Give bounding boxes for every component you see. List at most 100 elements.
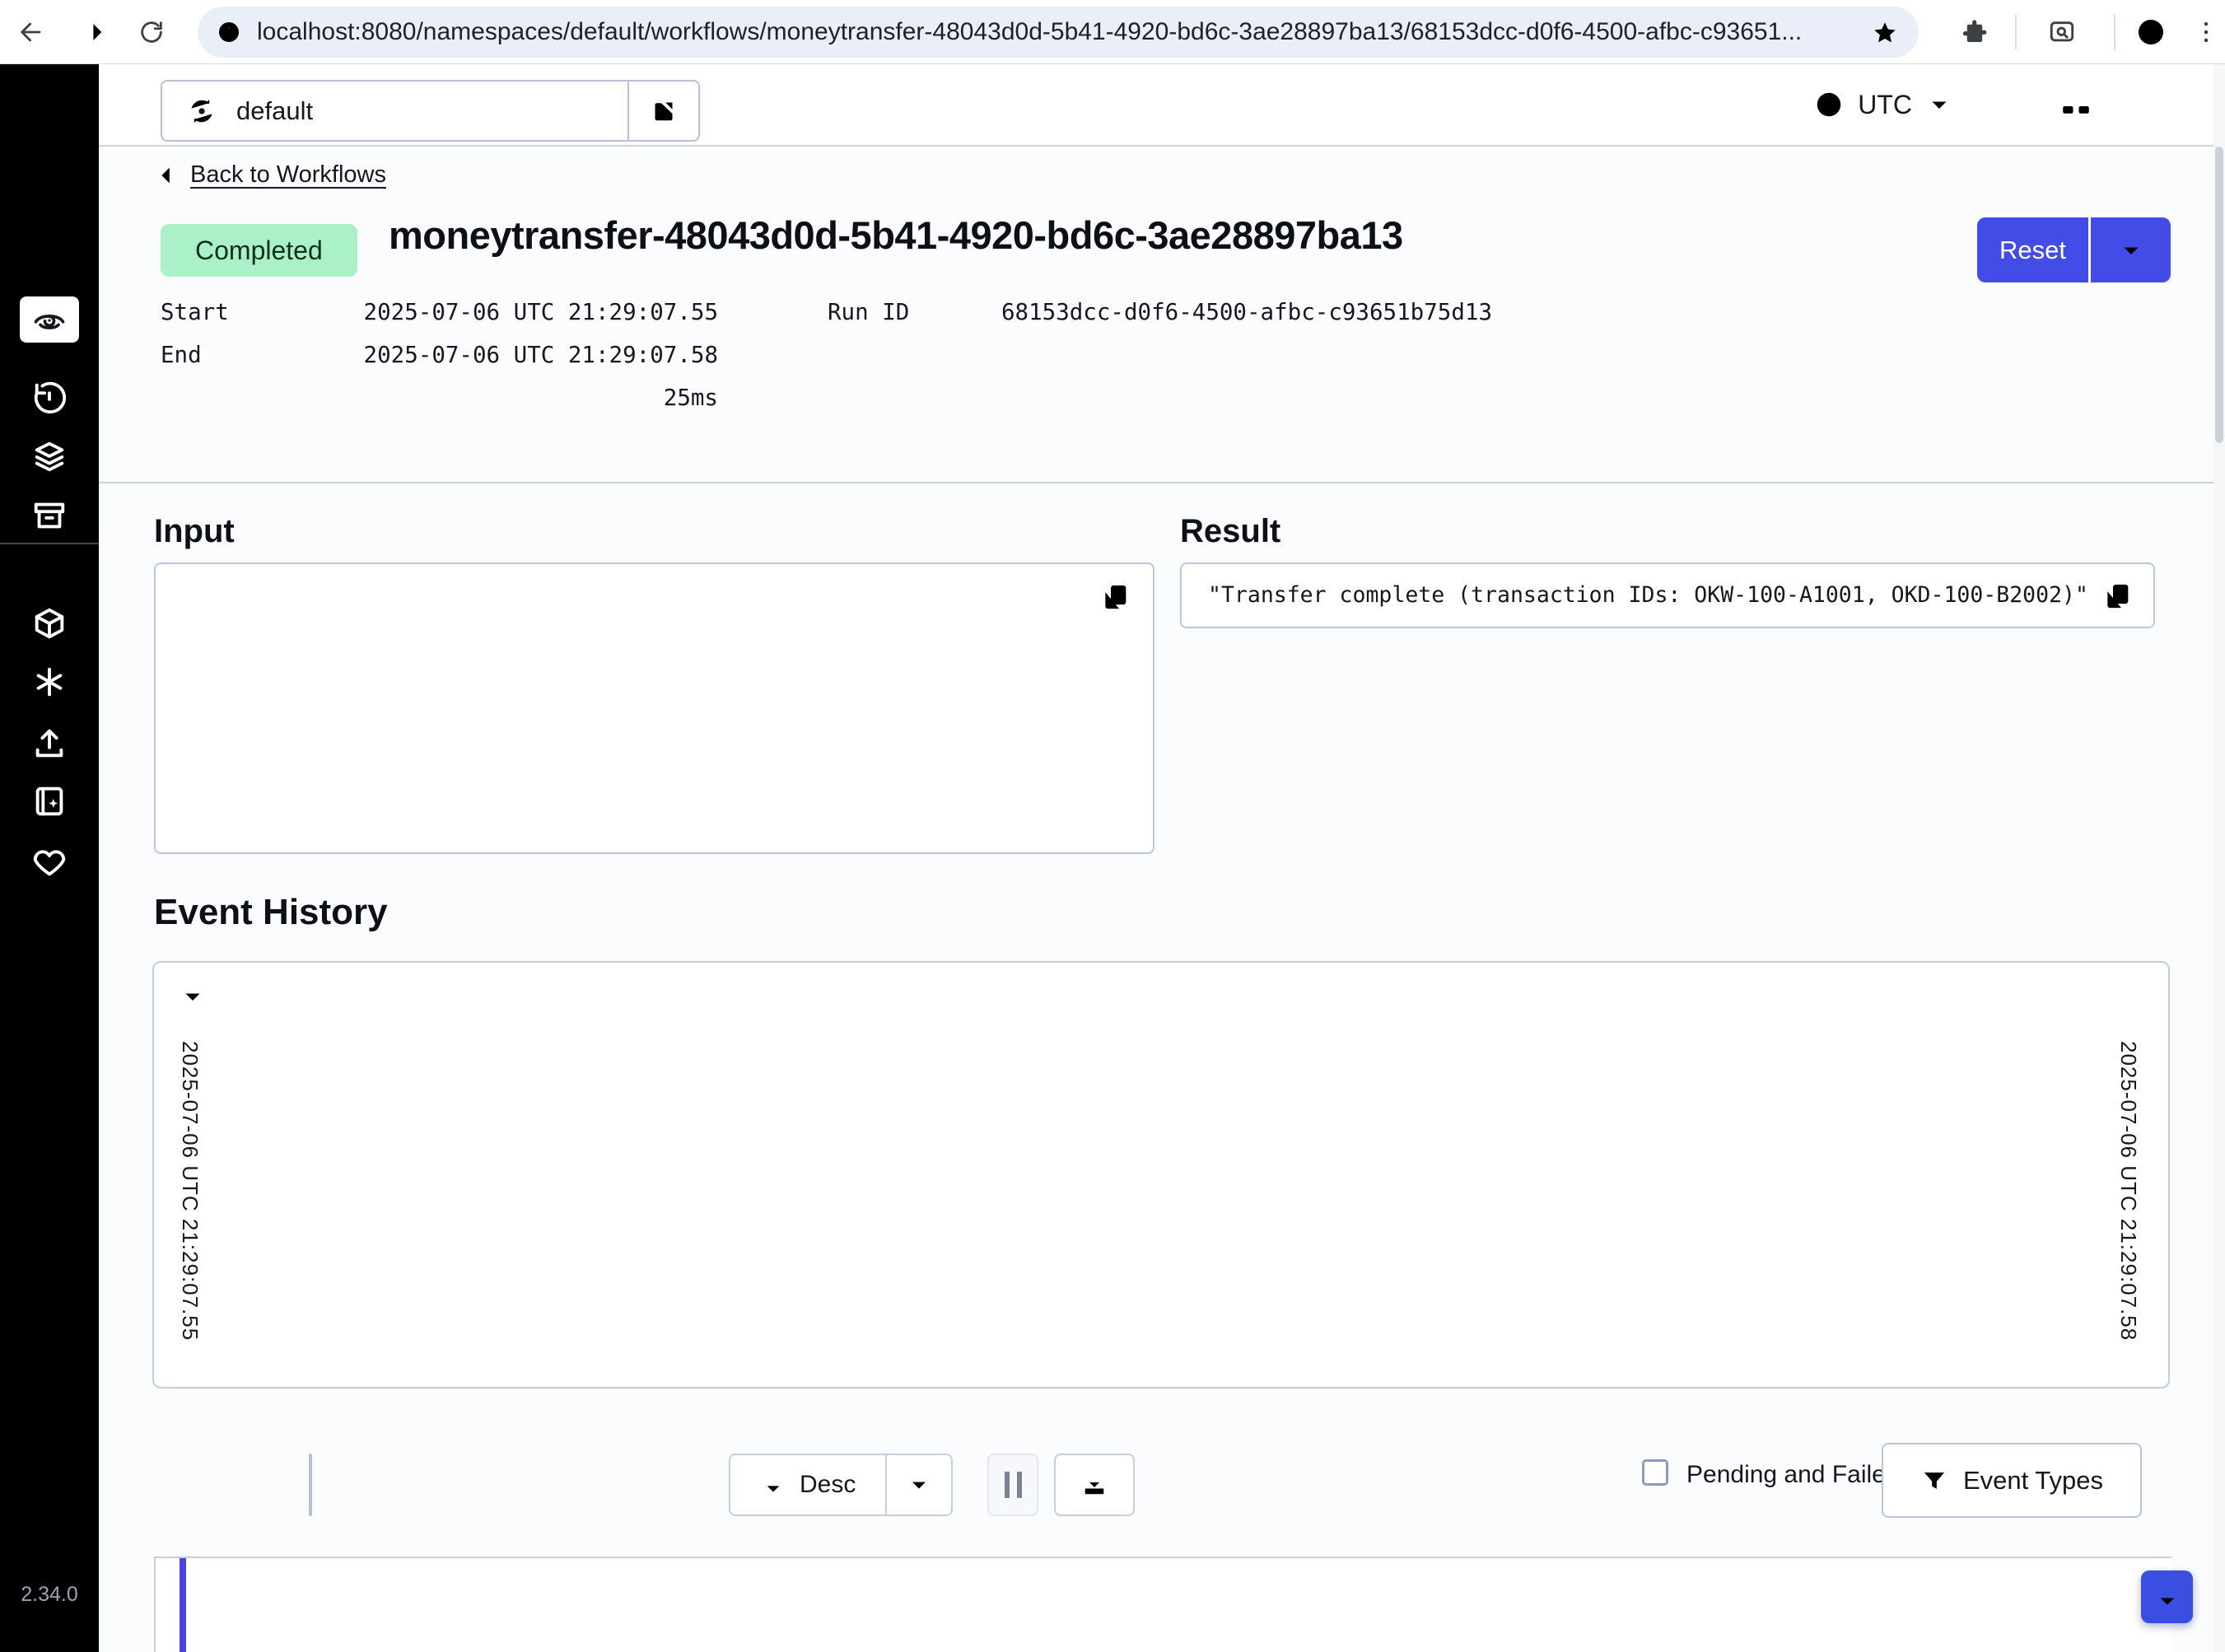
sidebar-item-upload[interactable] [0, 719, 99, 767]
detail-row: End 2025-07-06 UTC 21:29:07.58 [161, 338, 718, 371]
download-icon [1080, 1470, 1109, 1500]
detail-label: Run ID [828, 299, 909, 325]
sidebar-item-asterisk[interactable] [0, 658, 99, 706]
url-text[interactable]: localhost:8080/namespaces/default/workfl… [257, 18, 1854, 46]
book-sparkle-icon [30, 782, 68, 820]
result-box: "Transfer complete (transaction IDs: OKW… [1180, 562, 2155, 628]
copy-icon[interactable] [2101, 580, 2134, 613]
details-column-ids: Run ID 68153dcc-d0f6-4500-afbc-c93651b75d… [828, 296, 1492, 414]
heart-icon [30, 842, 68, 880]
timeline-panel: 2025-07-06 UTC 21:29:07.55 2025-07-06 UT… [152, 961, 2170, 1388]
bookmark-star-icon[interactable] [1871, 19, 1899, 47]
sidebar-item-heart[interactable] [0, 838, 99, 885]
browser-reload-icon[interactable] [138, 18, 166, 46]
chevron-down-icon [906, 1472, 932, 1498]
schedules-clock-icon [30, 379, 68, 417]
event-history-heading: Event History [154, 892, 388, 933]
input-json-box [154, 562, 1154, 854]
tabs-divider [99, 482, 2225, 483]
detail-row: 25ms [161, 381, 718, 414]
sort-control: Desc [729, 1454, 953, 1516]
details-column-size [1608, 296, 2168, 414]
namespace-selector[interactable]: default [161, 80, 700, 142]
sort-menu-button[interactable] [885, 1455, 951, 1514]
pause-icon [1005, 1472, 1010, 1498]
detail-label: Start [161, 299, 229, 325]
pause-button[interactable] [987, 1454, 1038, 1516]
chevron-down-icon [1925, 91, 1953, 119]
sidebar-item-workflows-eye[interactable] [20, 296, 79, 343]
clock-icon [1813, 89, 1845, 120]
detail-value: 25ms [664, 385, 718, 411]
timeline-start-timestamp: 2025-07-06 UTC 21:29:07.55 [177, 1041, 203, 1341]
back-label: Back to Workflows [190, 161, 386, 189]
details-column-times: Start 2025-07-06 UTC 21:29:07.55 End 2025-0… [161, 296, 718, 414]
labs-glasses-icon[interactable] [2059, 89, 2093, 124]
temporal-logo[interactable] [0, 107, 99, 155]
event-types-button[interactable]: Event Types [1882, 1443, 2142, 1518]
temporal-logo-icon [26, 108, 72, 154]
url-bar[interactable]: localhost:8080/namespaces/default/workfl… [198, 7, 1919, 58]
browser-back-icon[interactable] [17, 18, 45, 46]
browser-menu-icon[interactable] [2192, 18, 2220, 46]
sidebar-item-layers[interactable] [0, 432, 99, 480]
scroll-to-bottom-button[interactable] [2141, 1570, 2193, 1623]
detail-value-text: 2025-07-06 UTC 21:29:07.58 [364, 342, 718, 368]
result-heading: Result [1180, 513, 1280, 550]
timezone-label: UTC [1858, 90, 1912, 120]
site-info-icon[interactable] [216, 19, 242, 45]
detail-value-text: 68153dcc-d0f6-4500-afbc-c93651b75d13 [1001, 299, 1492, 325]
result-value: "Transfer complete (transaction IDs: OKW… [1208, 582, 2088, 608]
event-timeline-line [180, 1558, 186, 1652]
event-list [154, 1556, 2171, 1652]
scrollbar-thumb[interactable] [2215, 147, 2223, 443]
tab-search-icon[interactable] [2048, 18, 2076, 46]
theme-toggle[interactable] [0, 1508, 99, 1556]
profile-avatar-icon[interactable] [2135, 16, 2167, 48]
browser-forward-icon[interactable] [78, 18, 106, 46]
sort-arrow-icon [760, 1472, 786, 1498]
workflows-eye-icon [31, 301, 68, 338]
pending-failed-checkbox[interactable] [1642, 1459, 1668, 1486]
sidebar-item-book-sparkle[interactable] [0, 777, 99, 825]
sun-icon [31, 1514, 68, 1550]
browser-chrome: localhost:8080/namespaces/default/workfl… [0, 0, 2225, 64]
detail-row: Run ID 68153dcc-d0f6-4500-afbc-c93651b75d… [828, 296, 1492, 329]
chevron-left-icon [154, 163, 179, 188]
detail-value-text: 2025-07-06 UTC 21:29:07.55 [364, 299, 718, 325]
sidebar-item-schedules-clock[interactable] [0, 374, 99, 422]
download-button[interactable] [1054, 1454, 1135, 1516]
view-mode-segment [309, 1454, 312, 1516]
detail-label: End [161, 342, 202, 368]
reset-button[interactable]: Reset [1977, 217, 2088, 282]
namespace-name: default [236, 96, 627, 126]
sidebar: 2.34.0 [0, 64, 99, 1652]
extensions-icon[interactable] [1961, 18, 1989, 46]
layers-icon [30, 437, 68, 475]
timeline-collapse-icon[interactable] [179, 982, 207, 1010]
cube-icon [30, 604, 68, 642]
back-to-workflows-link[interactable]: Back to Workflows [154, 161, 386, 189]
filter-funnel-icon [1920, 1467, 1948, 1495]
chrome-separator [2114, 15, 2115, 49]
copy-icon[interactable] [1099, 581, 1131, 614]
sort-label: Desc [800, 1471, 856, 1499]
sort-desc-button[interactable]: Desc [730, 1455, 885, 1514]
timeline-end-timestamp: 2025-07-06 UTC 21:29:07.58 [2115, 1041, 2141, 1341]
namespace-open-button[interactable] [629, 82, 698, 140]
timezone-selector[interactable]: UTC [1813, 89, 1953, 120]
namespace-icon [185, 95, 218, 128]
pause-icon [1017, 1472, 1022, 1498]
app-version: 2.34.0 [0, 1583, 99, 1607]
archive-icon [30, 497, 68, 534]
sidebar-item-archive[interactable] [0, 492, 99, 539]
sidebar-item-cube[interactable] [0, 600, 99, 647]
reset-menu-button[interactable] [2091, 217, 2171, 282]
workflow-page: Back to Workflows Completed moneytransfe… [99, 147, 2225, 1652]
detail-value-text: 25ms [664, 385, 718, 411]
detail-value: 2025-07-06 UTC 21:29:07.58 [364, 342, 718, 368]
status-badge: Completed [161, 224, 357, 277]
detail-value: 2025-07-06 UTC 21:29:07.55 [364, 299, 718, 325]
browser-scrollbar[interactable] [2213, 64, 2225, 1652]
sidebar-divider [0, 543, 99, 544]
